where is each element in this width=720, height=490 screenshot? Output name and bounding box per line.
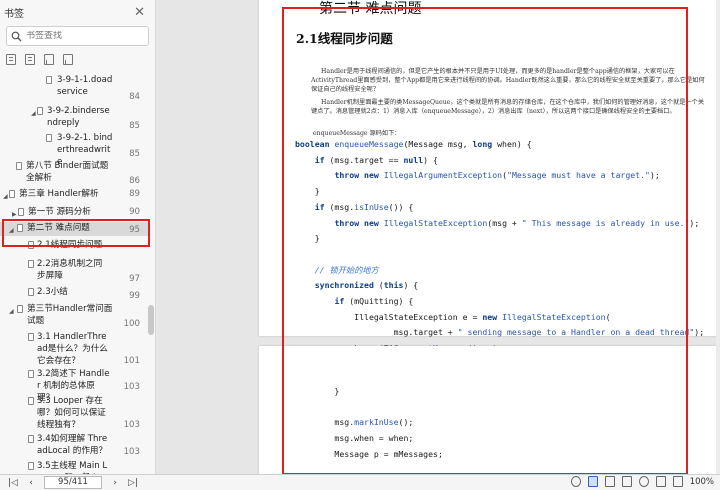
- code-line: boolean enqueueMessage(Message msg, long…: [295, 139, 532, 149]
- bookmark-item[interactable]: ▶ 第一节 源码分析 90: [0, 206, 148, 220]
- document-scrollbar[interactable]: [716, 0, 720, 474]
- code-line: }: [295, 233, 320, 244]
- page-icon: [9, 190, 15, 198]
- bookmark-item[interactable]: 2.3小结 99: [0, 286, 148, 301]
- bookmark-search-input[interactable]: [26, 31, 136, 41]
- bookmark-item[interactable]: 3.1 HandlerThread是什么？为什么它会存在？ 101: [0, 331, 148, 367]
- status-bar: |◁ ‹ 95/411 › ▷| 100%: [0, 474, 720, 490]
- view-tools: 100%: [570, 476, 714, 487]
- page-icon: [16, 162, 22, 170]
- continuous-view-icon[interactable]: [604, 476, 615, 487]
- subsection-title: 2.1线程同步问题: [296, 31, 393, 46]
- page-icon: [37, 107, 43, 115]
- close-icon[interactable]: ✕: [134, 5, 145, 20]
- code-line: synchronized (this) {: [314, 280, 419, 291]
- fit-width-icon[interactable]: [672, 476, 683, 487]
- search-icon: [11, 31, 22, 41]
- page-icon: [28, 435, 34, 443]
- page-icon: [28, 370, 34, 378]
- code-line: msg.markInUse();: [295, 417, 414, 428]
- bookmark-sidebar: 书签 ✕ 3-9-1-1.doadservice 84: [0, 0, 156, 474]
- paragraph: Handler是用于线程间通信的，但是它产生的根本并不只是用于UI处理，而更多的…: [311, 68, 705, 93]
- single-page-view-icon[interactable]: [587, 476, 598, 487]
- code-line: }: [295, 386, 340, 396]
- page-icon: [18, 208, 24, 216]
- code-line: if (mQuitting) {: [334, 296, 414, 307]
- code-line: msg.target + " sending message to a Hand…: [295, 327, 705, 338]
- page-icon: [28, 260, 34, 268]
- code-line: IllegalStateException e = new IllegalSta…: [295, 311, 611, 322]
- sidebar-highlight-annotation: [2, 219, 150, 247]
- double-page-view-icon[interactable]: [621, 476, 632, 487]
- bookmark-item[interactable]: 3-9-1-1.doadservice 84: [0, 74, 148, 102]
- code-line: if (msg.isInUse()) {: [314, 201, 414, 212]
- bookmark-icon[interactable]: [63, 54, 73, 65]
- first-page-button[interactable]: |◁: [6, 478, 20, 488]
- eye-icon[interactable]: [570, 476, 581, 487]
- code-line: // 锁开始的地方: [295, 264, 379, 275]
- zoom-level[interactable]: 100%: [690, 477, 714, 487]
- chevron-down-icon[interactable]: ◢: [3, 191, 8, 203]
- bookmark-item[interactable]: ◢ 第三章 Handler解析 89: [0, 188, 148, 202]
- code-line: }: [295, 186, 320, 197]
- chevron-down-icon[interactable]: ◢: [9, 306, 14, 318]
- bookmark-item[interactable]: 3.4如何理解 ThreadLocal 的作用？ 103: [0, 433, 148, 457]
- pdf-reader-window: 书签 ✕ 3-9-1-1.doadservice 84: [0, 0, 720, 490]
- sidebar-header: 书签 ✕: [0, 0, 155, 24]
- bookmark-item[interactable]: 3.5主线程 Main Looper 和一般 Looper: [0, 460, 148, 474]
- add-bookmark-icon[interactable]: [44, 54, 54, 65]
- bookmark-item[interactable]: ◢ 第三节Handler常问面试题 100: [0, 303, 148, 329]
- page-icon: [46, 134, 52, 142]
- section-title: 第二节 难点问题: [319, 1, 422, 17]
- play-icon[interactable]: [638, 476, 649, 487]
- code-line: if (msg.target == null) {: [314, 154, 438, 165]
- bookmark-item[interactable]: 第八节 Binder面试题全解析 86: [0, 160, 148, 186]
- pdf-page: } msg.markInUse(); msg.when = when; Mess…: [259, 346, 720, 474]
- page-icon: [28, 288, 34, 296]
- last-page-button[interactable]: ▷|: [126, 478, 140, 488]
- bookmark-item[interactable]: 2.2消息机制之同步屏障 97: [0, 258, 148, 284]
- bookmark-item[interactable]: 3.3 Looper 存在哪？如何可以保证线程独有？ 103: [0, 395, 148, 431]
- paragraph: Handler机制里面最主要的类MessageQueue，这个类就是所有消息的存…: [311, 99, 705, 115]
- page-icon: [28, 333, 34, 341]
- bookmark-item[interactable]: 3-9-2-1. binderthreadwrite 85: [0, 132, 148, 167]
- page-icon: [46, 76, 52, 84]
- bookmark-search-box[interactable]: [6, 26, 149, 46]
- page-icon: [28, 397, 34, 405]
- code-line: Message p = mMessages;: [295, 448, 443, 459]
- sidebar-scrollbar-thumb[interactable]: [148, 305, 154, 335]
- next-page-button[interactable]: ›: [108, 478, 122, 488]
- sidebar-title: 书签: [4, 8, 24, 20]
- code-line: msg.when = when;: [295, 433, 414, 444]
- code-line: throw new IllegalArgumentException("Mess…: [334, 170, 660, 181]
- prev-page-button[interactable]: ‹: [24, 478, 38, 488]
- code-block-continued: } msg.markInUse(); msg.when = when; Mess…: [295, 384, 443, 463]
- page-icon: [17, 305, 23, 313]
- chevron-down-icon[interactable]: ◢: [31, 108, 36, 120]
- fit-page-icon[interactable]: [655, 476, 666, 487]
- pdf-page: 第二节 难点问题 2.1线程同步问题 Handler是用于线程间通信的，但是它产…: [259, 0, 720, 385]
- code-line: throw new IllegalStateException(msg + " …: [334, 217, 700, 228]
- bookmark-toolbar: [0, 46, 155, 69]
- bookmark-item[interactable]: 3.2简述下 Handler 机制的总体原理？ 103: [0, 368, 148, 403]
- document-viewer[interactable]: 第二节 难点问题 2.1线程同步问题 Handler是用于线程间通信的，但是它产…: [157, 0, 720, 474]
- page-number-field[interactable]: 95/411: [44, 476, 102, 489]
- bookmark-item[interactable]: ◢ 3-9-2.bindersendreply 85: [0, 105, 148, 131]
- collapse-all-icon[interactable]: [25, 54, 35, 65]
- page-icon: [28, 462, 34, 470]
- expand-all-icon[interactable]: [6, 54, 16, 65]
